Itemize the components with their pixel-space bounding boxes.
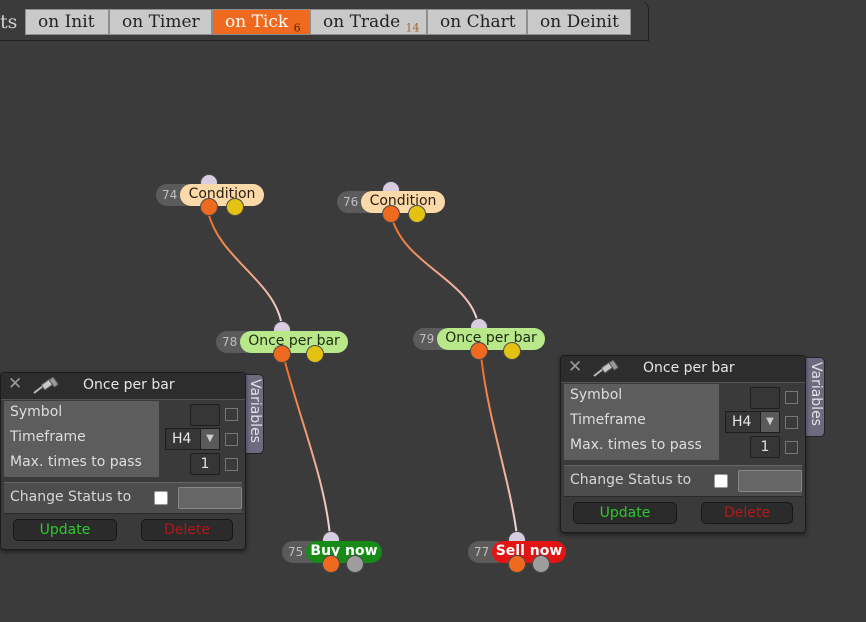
node-buy-now-75[interactable]: 75 Buy now xyxy=(282,531,384,573)
node-label: Sell now xyxy=(492,541,566,563)
variables-side-tab[interactable]: Variables xyxy=(244,374,264,454)
close-icon[interactable]: ✕ xyxy=(8,376,22,393)
output-port[interactable] xyxy=(322,555,340,573)
once-per-bar-properties-panel-left: ✕ Once per bar Symbol Timeframe Max. tim… xyxy=(0,372,246,550)
variables-tab-label: Variables xyxy=(247,379,263,443)
change-status-label: Change Status to xyxy=(570,472,692,488)
timeframe-label: Timeframe xyxy=(570,412,646,428)
update-button[interactable]: Update xyxy=(13,519,117,541)
variables-side-tab[interactable]: Variables xyxy=(805,357,825,437)
symbol-label: Symbol xyxy=(10,404,63,420)
change-status-row: Change Status to xyxy=(564,465,802,497)
timeframe-checkbox[interactable] xyxy=(785,416,798,429)
max-times-checkbox[interactable] xyxy=(785,441,798,454)
once-per-bar-properties-panel-right: ✕ Once per bar Symbol Timeframe Max. tim… xyxy=(560,355,806,533)
node-condition-74[interactable]: 74 Condition xyxy=(156,174,266,216)
panel-title: Once per bar xyxy=(83,377,175,393)
timeframe-label: Timeframe xyxy=(10,429,86,445)
max-times-label: Max. times to pass xyxy=(570,437,702,453)
symbol-field[interactable] xyxy=(190,404,220,426)
output-port[interactable] xyxy=(382,205,400,223)
properties-table: Symbol Timeframe Max. times to pass xyxy=(564,384,719,460)
pin-icon[interactable] xyxy=(31,377,59,395)
node-label: Condition xyxy=(361,191,445,213)
node-label: Once per bar xyxy=(437,328,545,350)
wire-74-78 xyxy=(207,211,283,327)
output-port[interactable] xyxy=(273,345,291,363)
symbol-checkbox[interactable] xyxy=(225,408,238,421)
wire-78-75 xyxy=(283,357,331,537)
chevron-down-icon[interactable]: ▼ xyxy=(200,429,219,449)
max-times-checkbox[interactable] xyxy=(225,458,238,471)
change-status-label: Change Status to xyxy=(10,489,132,505)
node-label: Once per bar xyxy=(240,331,348,353)
timeframe-select[interactable]: H4 ▼ xyxy=(725,411,780,433)
max-times-field[interactable]: 1 xyxy=(750,436,780,458)
output-port-alt[interactable] xyxy=(226,198,244,216)
pin-icon[interactable] xyxy=(591,360,619,378)
node-label: Condition xyxy=(180,184,264,206)
update-button[interactable]: Update xyxy=(573,502,677,524)
output-port-alt[interactable] xyxy=(532,555,550,573)
change-status-row: Change Status to xyxy=(4,482,242,514)
node-label: Buy now xyxy=(306,541,382,563)
variables-tab-label: Variables xyxy=(808,362,824,426)
node-condition-76[interactable]: 76 Condition xyxy=(337,181,447,223)
symbol-label: Symbol xyxy=(570,387,623,403)
output-port[interactable] xyxy=(470,342,488,360)
panel-title: Once per bar xyxy=(643,360,735,376)
close-icon[interactable]: ✕ xyxy=(568,359,582,376)
output-port-alt[interactable] xyxy=(306,345,324,363)
change-status-checkbox[interactable] xyxy=(714,474,728,488)
timeframe-select[interactable]: H4 ▼ xyxy=(165,428,220,450)
change-status-checkbox[interactable] xyxy=(154,491,168,505)
max-times-label: Max. times to pass xyxy=(10,454,142,470)
node-once-per-bar-79[interactable]: 79 Once per bar xyxy=(413,318,547,360)
delete-button[interactable]: Delete xyxy=(701,502,793,524)
timeframe-value: H4 xyxy=(732,414,752,430)
properties-table: Symbol Timeframe Max. times to pass xyxy=(4,401,159,477)
output-port[interactable] xyxy=(508,555,526,573)
max-times-field[interactable]: 1 xyxy=(190,453,220,475)
symbol-field[interactable] xyxy=(750,387,780,409)
delete-button[interactable]: Delete xyxy=(141,519,233,541)
symbol-checkbox[interactable] xyxy=(785,391,798,404)
output-port-alt[interactable] xyxy=(408,205,426,223)
output-port-alt[interactable] xyxy=(503,342,521,360)
timeframe-checkbox[interactable] xyxy=(225,433,238,446)
node-once-per-bar-78[interactable]: 78 Once per bar xyxy=(216,321,350,363)
change-status-field[interactable] xyxy=(738,470,802,492)
wire-79-77 xyxy=(480,354,518,537)
wire-76-79 xyxy=(391,217,479,325)
output-port-alt[interactable] xyxy=(346,555,364,573)
output-port[interactable] xyxy=(200,198,218,216)
change-status-field[interactable] xyxy=(178,487,242,509)
node-sell-now-77[interactable]: 77 Sell now xyxy=(468,531,568,573)
chevron-down-icon[interactable]: ▼ xyxy=(760,412,779,432)
timeframe-value: H4 xyxy=(172,431,192,447)
